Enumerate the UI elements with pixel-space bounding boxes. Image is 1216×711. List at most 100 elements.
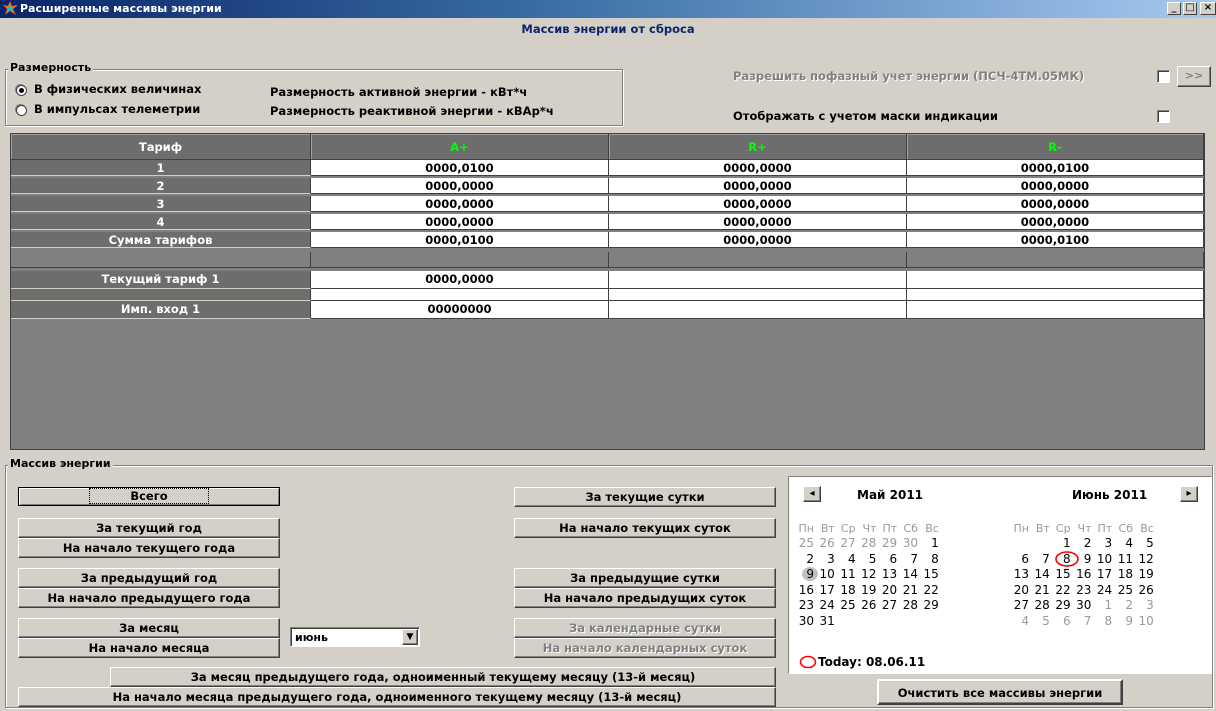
calendar-day[interactable]: 24	[815, 598, 835, 612]
calendar-day[interactable]: 4	[1009, 614, 1029, 628]
table-cell[interactable]: 0000,0000	[907, 196, 1204, 212]
calendar-day[interactable]: 22	[1051, 583, 1070, 597]
calendar-day[interactable]: 1	[1051, 536, 1071, 550]
calendar-day[interactable]: 29	[1051, 598, 1070, 612]
calendar-day[interactable]: 29	[877, 536, 897, 550]
today-label[interactable]: Today: 08.06.11	[818, 655, 925, 669]
table-cell[interactable]: 0000,0100	[311, 232, 609, 248]
calendar-day[interactable]: 11	[1113, 552, 1133, 566]
calendar-day[interactable]: 10	[1134, 614, 1154, 628]
total-button[interactable]: Всего	[18, 487, 280, 506]
calendar-day[interactable]: 4	[836, 552, 856, 566]
calendar-day[interactable]: 19	[1134, 567, 1154, 581]
table-cell[interactable]: 0000,0000	[609, 160, 907, 176]
table-cell[interactable]: 0000,0000	[609, 178, 907, 194]
start-calendar-day-button[interactable]: На начало календарных суток	[514, 638, 776, 658]
calendar-day[interactable]: 6	[877, 552, 898, 566]
calendar-day[interactable]: 13	[1009, 567, 1029, 581]
start-current-day-button[interactable]: На начало текущих суток	[514, 518, 776, 538]
calendar-day[interactable]: 23	[794, 598, 814, 612]
calendar-day[interactable]: 7	[898, 552, 918, 566]
calendar-day[interactable]: 29	[919, 598, 939, 612]
table-cell[interactable]: 0000,0000	[311, 271, 609, 289]
calendar-day[interactable]: 25	[794, 536, 814, 550]
table-cell[interactable]: 0000,0000	[609, 196, 907, 212]
calendar-day[interactable]: 25	[836, 598, 855, 612]
prev-day-button[interactable]: За предыдущие сутки	[514, 568, 776, 588]
calendar-day[interactable]: 26	[1134, 583, 1154, 597]
calendar-day[interactable]: 12	[1134, 552, 1154, 566]
calendar-day[interactable]: 7	[1030, 552, 1050, 566]
calendar-day[interactable]: 27	[1009, 598, 1029, 612]
start-current-year-button[interactable]: На начало текущего года	[18, 538, 280, 558]
month-calendar[interactable]: ◂ ▸ Май 2011 Июнь 2011 Пн Вт Ср Чт Пт Сб Вс 25 2…	[788, 476, 1212, 674]
calendar-day[interactable]: 2	[1113, 598, 1133, 612]
calendar-day[interactable]: 5	[1030, 614, 1050, 628]
calendar-day[interactable]: 18	[1113, 567, 1133, 581]
calendar-day[interactable]: 18	[836, 583, 855, 597]
calendar-day[interactable]: 3	[1134, 598, 1154, 612]
calendar-day[interactable]: 16	[794, 583, 814, 597]
calendar-day[interactable]: 7	[1071, 614, 1092, 628]
month-select-dropdown-icon[interactable]: ▼	[402, 629, 418, 645]
calendar-day[interactable]: 1	[1092, 598, 1113, 612]
calendar-day[interactable]: 6	[1009, 552, 1029, 566]
table-cell[interactable]: 0000,0000	[311, 214, 609, 230]
radio-pulses[interactable]	[16, 105, 27, 116]
calendar-day[interactable]: 14	[1030, 567, 1050, 581]
calendar-day[interactable]: 17	[1092, 567, 1112, 581]
calendar-day[interactable]: 8	[919, 552, 939, 566]
calendar-day[interactable]: 27	[836, 536, 855, 550]
calendar-day[interactable]: 11	[836, 567, 855, 581]
calendar-day[interactable]: 24	[1092, 583, 1112, 597]
table-cell[interactable]	[609, 301, 907, 319]
calendar-day[interactable]: 20	[877, 583, 897, 597]
table-cell[interactable]: 0000,0000	[311, 178, 609, 194]
table-cell[interactable]: 0000,0000	[311, 196, 609, 212]
table-cell[interactable]: 00000000	[311, 301, 609, 319]
phase-more-button[interactable]: >>	[1177, 66, 1211, 87]
calendar-day[interactable]: 3	[1092, 536, 1113, 550]
calendar-day[interactable]: 10	[815, 567, 835, 581]
calendar-day[interactable]: 5	[1134, 536, 1154, 550]
start-month-button[interactable]: На начало месяца	[18, 638, 280, 658]
start-month-13-button[interactable]: На начало месяца предыдущего года, однои…	[18, 687, 776, 707]
month-button[interactable]: За месяц	[18, 618, 280, 638]
close-button[interactable]: ×	[1200, 2, 1216, 15]
calendar-next-button[interactable]: ▸	[1180, 486, 1198, 502]
table-cell[interactable]: 0000,0000	[609, 232, 907, 248]
mask-checkbox[interactable]	[1157, 110, 1170, 123]
calendar-day[interactable]: 2	[794, 552, 814, 566]
calendar-day[interactable]: 10	[1092, 552, 1112, 566]
calendar-day[interactable]: 17	[815, 583, 835, 597]
calendar-day[interactable]: 23	[1071, 583, 1091, 597]
calendar-day[interactable]: 3	[815, 552, 835, 566]
calendar-day[interactable]: 8	[1092, 614, 1113, 628]
calendar-day[interactable]: 12	[856, 567, 876, 581]
calendar-month-title-may[interactable]: Май 2011	[857, 488, 923, 502]
calendar-day[interactable]: 28	[1030, 598, 1050, 612]
radio-physical[interactable]	[16, 85, 27, 96]
table-cell[interactable]: 0000,0000	[907, 178, 1204, 194]
calendar-day-button[interactable]: За календарные сутки	[514, 618, 776, 638]
table-cell[interactable]: 0000,0000	[609, 214, 907, 230]
calendar-day[interactable]: 22	[919, 583, 939, 597]
current-day-button[interactable]: За текущие сутки	[514, 487, 776, 507]
calendar-prev-button[interactable]: ◂	[803, 486, 821, 502]
calendar-day[interactable]: 5	[856, 552, 877, 566]
minimize-button[interactable]: _	[1167, 2, 1181, 15]
radio-pulses-label[interactable]: В импульсах телеметрии	[34, 102, 200, 116]
calendar-day[interactable]: 30	[898, 536, 918, 550]
calendar-day[interactable]: 4	[1113, 536, 1133, 550]
calendar-day[interactable]: 9	[1113, 614, 1133, 628]
prev-year-button[interactable]: За предыдущий год	[18, 568, 280, 588]
table-cell[interactable]	[907, 271, 1204, 289]
calendar-day[interactable]: 26	[856, 598, 876, 612]
calendar-month-title-june[interactable]: Июнь 2011	[1072, 488, 1147, 502]
calendar-day[interactable]: 25	[1113, 583, 1133, 597]
radio-physical-label[interactable]: В физических величинах	[34, 82, 201, 96]
start-prev-year-button[interactable]: На начало предыдущего года	[18, 588, 280, 608]
maximize-button[interactable]: □	[1183, 2, 1197, 15]
calendar-day[interactable]: 6	[1051, 614, 1071, 628]
month-select[interactable]: июнь ▼	[290, 627, 420, 647]
